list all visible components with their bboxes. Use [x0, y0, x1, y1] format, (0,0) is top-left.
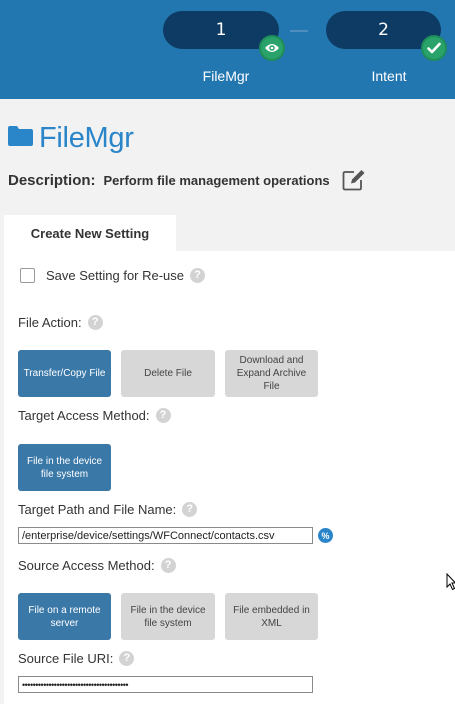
eye-icon[interactable] [259, 35, 285, 61]
target-access-row: Target Access Method: ? [18, 405, 171, 425]
help-icon[interactable]: ? [182, 501, 198, 517]
description-label: Description: [8, 171, 96, 189]
source-device-file-system-button[interactable]: File in the device file system [121, 593, 215, 640]
source-access-label: Source Access Method: [18, 557, 155, 573]
save-setting-checkbox[interactable] [20, 267, 35, 283]
source-uri-input[interactable]: •••••••••••••••••••••••••••••••••••••••• [18, 676, 313, 693]
page-title-row: FileMgr [8, 120, 134, 156]
wizard-header: 1 2 FileMgr Intent [0, 0, 455, 99]
save-setting-row: Save Setting for Re-use ? [20, 265, 206, 285]
step-1-number: 1 [215, 20, 227, 40]
source-embedded-xml-button[interactable]: File embedded in XML [225, 593, 318, 640]
source-remote-server-button[interactable]: File on a remote server [18, 593, 111, 640]
source-uri-row: Source File URI: ? [18, 648, 135, 668]
step-connector [290, 30, 308, 32]
help-icon[interactable]: ? [155, 407, 171, 423]
file-action-label: File Action: [18, 314, 82, 330]
step-2-number: 2 [378, 20, 389, 40]
edit-icon[interactable] [342, 169, 366, 191]
check-icon [421, 35, 447, 61]
target-path-row: Target Path and File Name: ? [18, 499, 198, 519]
description-row: Description: Perform file management ope… [8, 167, 366, 193]
download-expand-archive-button[interactable]: Download and Expand Archive File [225, 350, 318, 397]
file-action-row: File Action: ? [18, 312, 103, 332]
help-icon[interactable]: ? [87, 314, 103, 330]
tab-create-new-setting[interactable]: Create New Setting [4, 215, 176, 252]
save-setting-label: Save Setting for Re-use [46, 267, 185, 283]
mouse-cursor-icon [446, 572, 455, 596]
folder-icon [8, 125, 33, 151]
delete-file-button[interactable]: Delete File [121, 350, 215, 397]
transfer-copy-file-button[interactable]: Transfer/Copy File [18, 350, 111, 397]
target-path-label: Target Path and File Name: [18, 501, 177, 517]
step-1-label: FileMgr [202, 68, 250, 84]
page-title: FileMgr [39, 121, 134, 154]
source-uri-label: Source File URI: [18, 650, 114, 666]
percent-icon[interactable]: % [318, 528, 333, 543]
help-icon[interactable]: ? [190, 267, 206, 283]
source-access-row: Source Access Method: ? [18, 555, 176, 575]
description-value: Perform file management operations [103, 172, 330, 188]
target-path-input[interactable]: /enterprise/device/settings/WFConnect/co… [18, 527, 313, 544]
help-icon[interactable]: ? [119, 650, 135, 666]
step-2-label: Intent [371, 68, 407, 84]
target-device-file-system-button[interactable]: File in the device file system [18, 444, 111, 491]
target-access-label: Target Access Method: [18, 407, 150, 423]
help-icon[interactable]: ? [160, 557, 176, 573]
